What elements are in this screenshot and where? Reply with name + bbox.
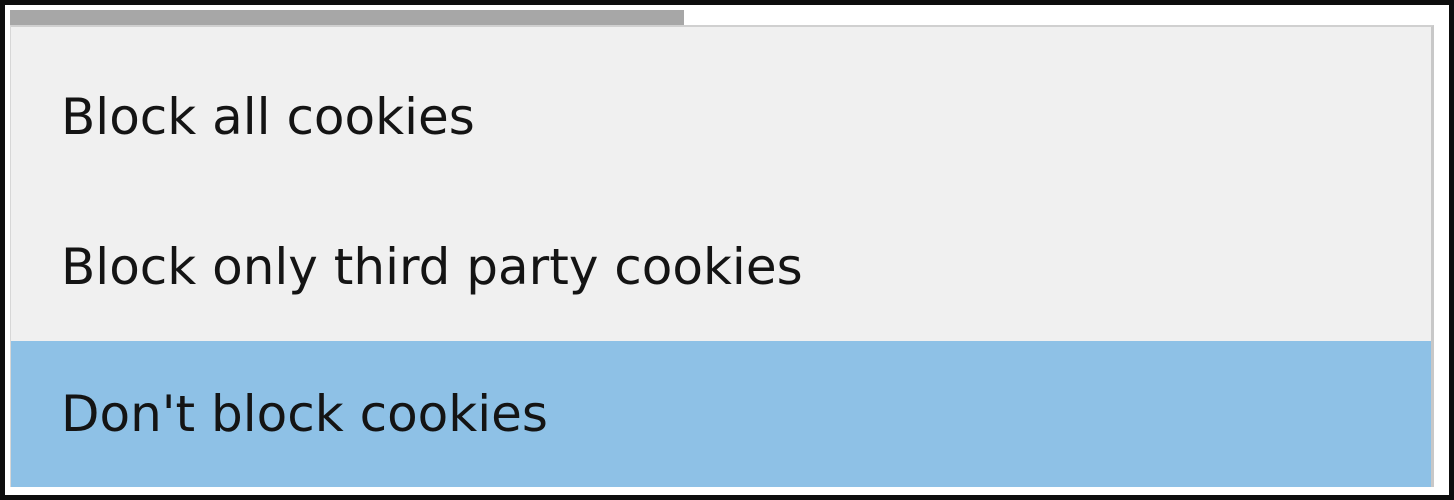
option-block-all-cookies[interactable]: Block all cookies [11, 41, 1431, 193]
top-accent-bar [10, 10, 684, 25]
option-label: Block only third party cookies [61, 238, 803, 296]
option-label: Block all cookies [61, 88, 475, 146]
option-block-third-party-cookies[interactable]: Block only third party cookies [11, 193, 1431, 341]
option-dont-block-cookies[interactable]: Don't block cookies [11, 341, 1431, 487]
screenshot-frame: Block all cookies Block only third party… [0, 0, 1454, 500]
option-label: Don't block cookies [61, 385, 548, 443]
cookie-options-dropdown-list[interactable]: Block all cookies Block only third party… [10, 25, 1434, 487]
